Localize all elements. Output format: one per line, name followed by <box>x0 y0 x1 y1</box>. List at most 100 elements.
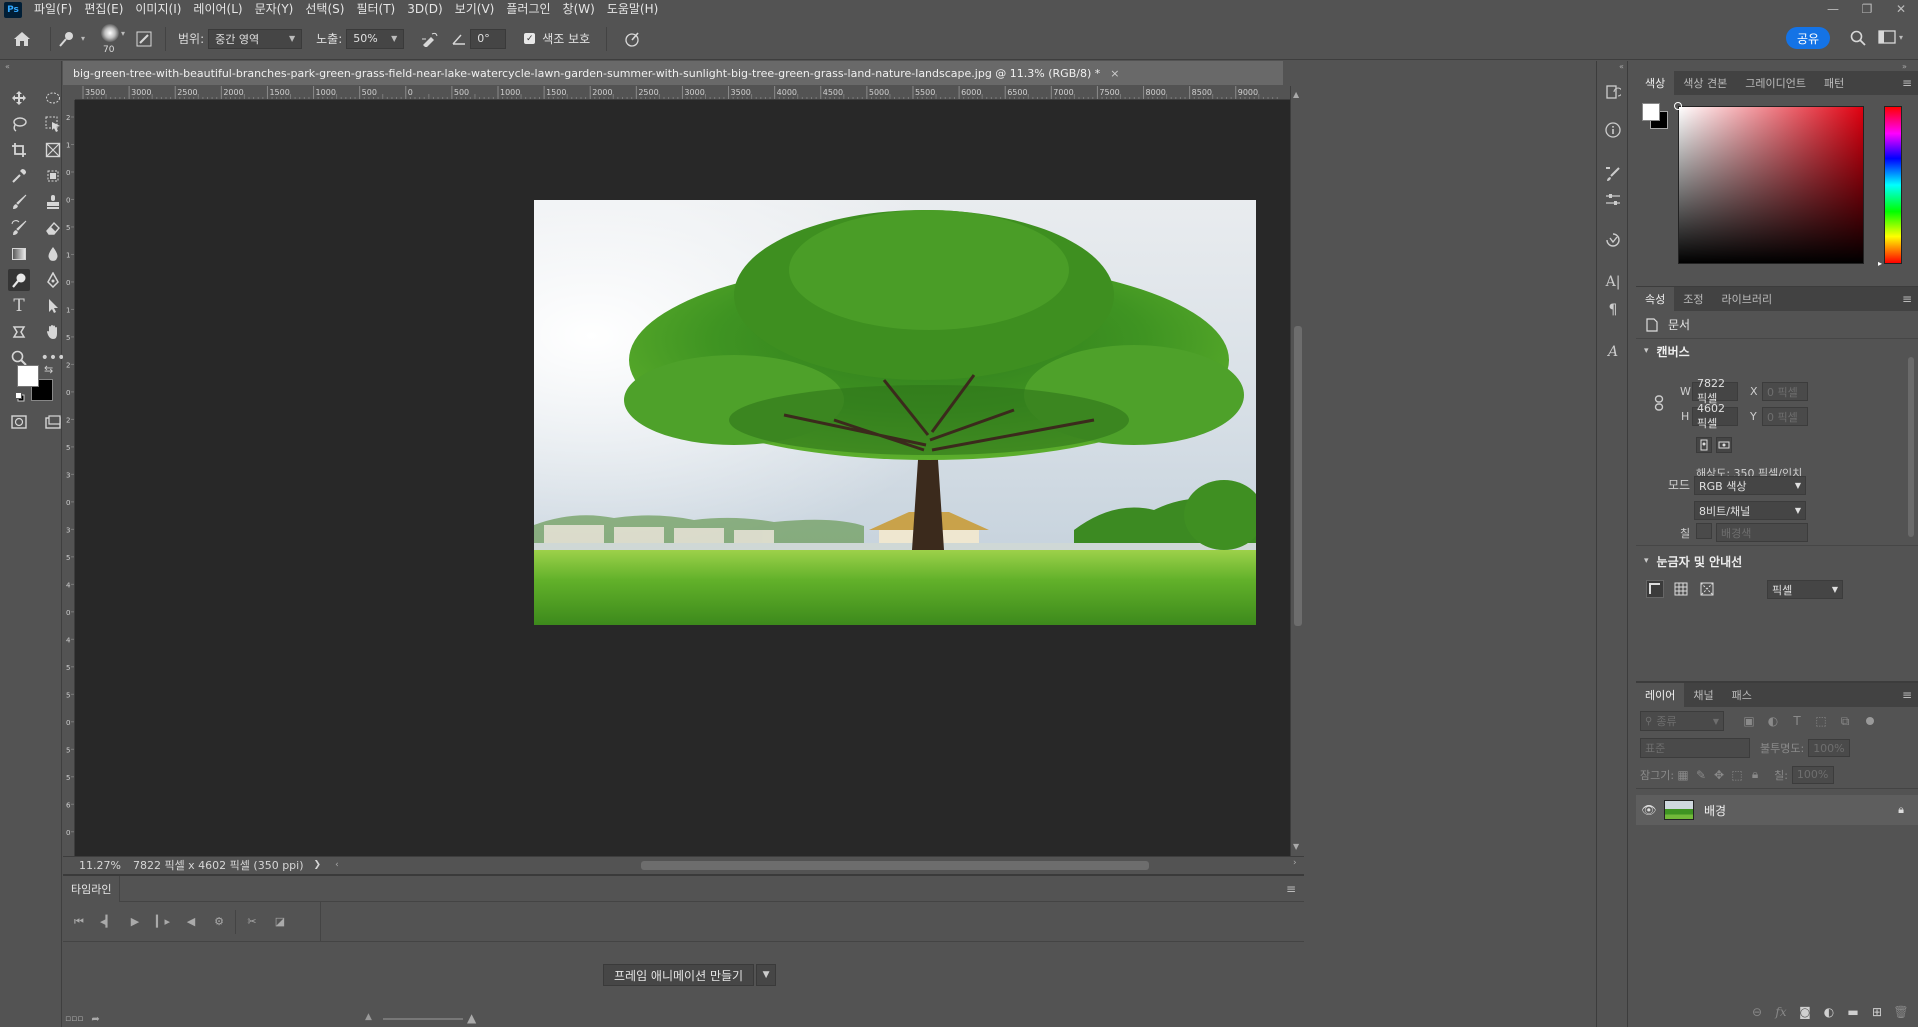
scroll-up-icon[interactable]: ▲ <box>1293 90 1299 99</box>
character-panel-icon[interactable]: A| <box>1604 273 1622 291</box>
menu-item[interactable]: 도움말(H) <box>601 0 665 18</box>
collapse-arrows-icon[interactable]: « <box>5 62 10 71</box>
foreground-color-swatch[interactable] <box>17 365 39 387</box>
properties-scrollbar[interactable] <box>1908 357 1914 537</box>
frame-tool-icon[interactable] <box>42 139 64 161</box>
share-button[interactable]: 공유 <box>1786 27 1831 49</box>
type-filter-icon[interactable]: T <box>1788 712 1806 730</box>
object-selection-tool-icon[interactable] <box>42 113 64 135</box>
menu-item[interactable]: 파일(F) <box>28 0 78 18</box>
transition-icon[interactable]: ◪ <box>268 910 292 934</box>
vertical-ruler[interactable]: 210051015202530354045505560 <box>63 100 75 856</box>
new-layer-icon[interactable]: ⊞ <box>1868 1003 1886 1021</box>
properties-panel-tab[interactable]: 조정 <box>1674 287 1712 311</box>
clone-source-icon[interactable] <box>1604 231 1622 249</box>
lock-transparent-icon[interactable]: ▦ <box>1674 766 1692 784</box>
hand-tool-icon[interactable] <box>42 321 64 343</box>
color-panel-tab[interactable]: 색상 견본 <box>1674 71 1736 95</box>
properties-panel-tab[interactable]: 속성 <box>1636 287 1675 311</box>
menu-item[interactable]: 편집(E) <box>78 0 129 18</box>
checkbox-checked-icon[interactable]: ✓ <box>524 33 536 44</box>
layer-filter-dropdown[interactable]: ⚲ 종류 ▼ <box>1640 711 1724 731</box>
panel-menu-icon[interactable]: ≡ <box>1902 76 1912 90</box>
rulers-section-header[interactable]: ▾ 눈금자 및 안내선 <box>1636 549 1742 573</box>
exposure-field[interactable]: 50% ▼ <box>346 28 405 49</box>
zoom-out-mountain-icon[interactable]: ▲ <box>365 1012 372 1022</box>
adjustment-layer-icon[interactable]: ◐ <box>1820 1003 1838 1021</box>
layer-style-fx-icon[interactable]: fx <box>1772 1003 1790 1021</box>
airbrush-icon[interactable] <box>410 31 450 47</box>
adjustment-filter-icon[interactable]: ◐ <box>1764 712 1782 730</box>
dodge-tool-icon[interactable] <box>8 269 30 291</box>
panel-menu-icon[interactable]: ≡ <box>1902 292 1912 306</box>
zoom-level[interactable]: 11.27% <box>79 859 121 872</box>
layers-panel-tab[interactable]: 레이어 <box>1636 683 1685 707</box>
scroll-thumb[interactable] <box>1294 326 1302 626</box>
previous-frame-icon[interactable]: ◂▎ <box>95 910 119 934</box>
filter-toggle-icon[interactable] <box>1866 717 1874 725</box>
landscape-orientation-icon[interactable] <box>1716 437 1732 453</box>
type-tool-icon[interactable]: T <box>8 295 30 317</box>
panel-menu-icon[interactable]: ≡ <box>1902 688 1912 702</box>
blend-mode-dropdown[interactable]: 표준 <box>1640 738 1750 758</box>
lock-all-icon[interactable]: 🔒︎ <box>1746 766 1764 784</box>
minimize-icon[interactable]: — <box>1816 0 1850 18</box>
document-image[interactable] <box>534 200 1256 625</box>
hue-slider[interactable] <box>1884 106 1902 264</box>
smart-object-filter-icon[interactable]: ⧉ <box>1836 712 1854 730</box>
canvas-section-header[interactable]: ▾ 캔버스 <box>1636 339 1918 363</box>
marquee-tool-icon[interactable] <box>42 87 64 109</box>
custom-shape-tool-icon[interactable] <box>8 321 30 343</box>
restore-icon[interactable]: ❐ <box>1850 0 1884 18</box>
ruler-toggle-icon[interactable] <box>1646 580 1664 598</box>
crop-tool-icon[interactable] <box>8 139 30 161</box>
menu-item[interactable]: 선택(S) <box>299 0 350 18</box>
scroll-right-icon[interactable]: › <box>1293 858 1297 868</box>
portrait-orientation-icon[interactable] <box>1696 437 1712 453</box>
menu-item[interactable]: 3D(D) <box>401 0 448 18</box>
layers-panel-tab[interactable]: 채널 <box>1684 683 1722 707</box>
canvas-area[interactable] <box>75 100 1290 856</box>
bit-depth-dropdown[interactable]: 8비트/채널 ▼ <box>1694 501 1806 520</box>
workspace-icon[interactable]: ▾ <box>1878 30 1903 44</box>
guides-icon[interactable] <box>1698 580 1716 598</box>
frames-icon[interactable]: ▫▫▫ <box>65 1014 83 1024</box>
link-icon[interactable] <box>1654 395 1664 414</box>
panel-menu-icon[interactable]: ≡ <box>1286 882 1296 896</box>
angle-input[interactable]: 0° <box>470 28 507 49</box>
properties-panel-tab[interactable]: 라이브러리 <box>1713 287 1782 311</box>
height-field[interactable]: 4602 픽셀 <box>1692 402 1738 430</box>
clone-stamp-tool-icon[interactable] <box>42 191 64 213</box>
horizontal-scroll-thumb[interactable] <box>641 861 1149 870</box>
gradient-tool-icon[interactable] <box>8 243 30 265</box>
brush-settings-icon[interactable] <box>129 31 159 47</box>
document-tab[interactable]: big-green-tree-with-beautiful-branches-p… <box>63 61 1283 85</box>
color-panel-tab[interactable]: 패턴 <box>1815 71 1853 95</box>
fill-dropdown[interactable]: 배경색 <box>1716 523 1808 542</box>
eraser-tool-icon[interactable] <box>42 217 64 239</box>
close-icon[interactable]: ✕ <box>1884 0 1918 18</box>
spot-healing-tool-icon[interactable] <box>42 165 64 187</box>
y-field[interactable]: 0 픽셀 <box>1762 407 1808 426</box>
menu-item[interactable]: 필터(T) <box>350 0 401 18</box>
timeline-zoom-slider[interactable] <box>383 1018 463 1020</box>
layer-row[interactable]: 👁︎ 배경 🔒︎ <box>1636 795 1918 825</box>
convert-icon[interactable]: ➦ <box>91 1014 99 1025</box>
move-tool-icon[interactable] <box>8 87 30 109</box>
search-icon[interactable] <box>1850 30 1866 49</box>
zoom-in-mountain-icon[interactable]: ▲ <box>467 1011 476 1025</box>
path-selection-tool-icon[interactable] <box>42 295 64 317</box>
split-scissors-icon[interactable]: ✂ <box>240 910 264 934</box>
color-picker-cursor[interactable] <box>1674 102 1682 110</box>
blur-tool-icon[interactable] <box>42 243 64 265</box>
collapse-panels-icon[interactable]: » <box>1902 62 1907 71</box>
lock-icon[interactable]: 🔒︎ <box>1898 803 1904 817</box>
create-frame-animation-button[interactable]: 프레임 애니메이션 만들기 <box>603 964 755 986</box>
dodge-tool-preset-icon[interactable]: ▾ <box>57 30 93 48</box>
first-frame-icon[interactable]: ⏮ <box>67 910 91 934</box>
quick-mask-icon[interactable] <box>8 411 30 433</box>
layers-panel-tab[interactable]: 패스 <box>1723 683 1761 707</box>
screen-mode-icon[interactable] <box>42 411 64 433</box>
swap-colors-icon[interactable]: ⇆ <box>44 363 53 376</box>
range-dropdown[interactable]: 중간 영역 ▼ <box>208 28 303 49</box>
